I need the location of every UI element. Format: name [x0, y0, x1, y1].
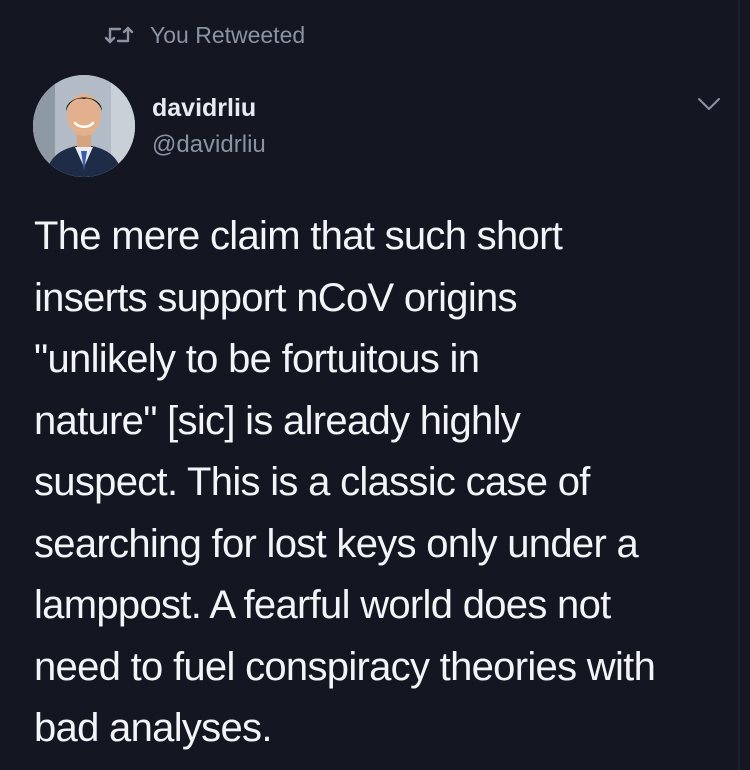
avatar[interactable] [33, 75, 135, 177]
author-handle[interactable]: @davidrliu [152, 131, 266, 159]
tweet-text: The mere claim that such short inserts s… [34, 214, 656, 750]
tweet-screen: You Retweeted davidrliu @davidrliu The m… [0, 0, 750, 770]
chevron-down-icon[interactable] [696, 95, 722, 113]
scrollbar-track [738, 0, 740, 770]
retweet-icon [104, 24, 134, 46]
retweet-banner: You Retweeted [104, 18, 305, 52]
retweet-label: You Retweeted [150, 21, 306, 48]
profile-photo [33, 75, 135, 177]
author-display-name[interactable]: davidrliu [152, 94, 256, 122]
